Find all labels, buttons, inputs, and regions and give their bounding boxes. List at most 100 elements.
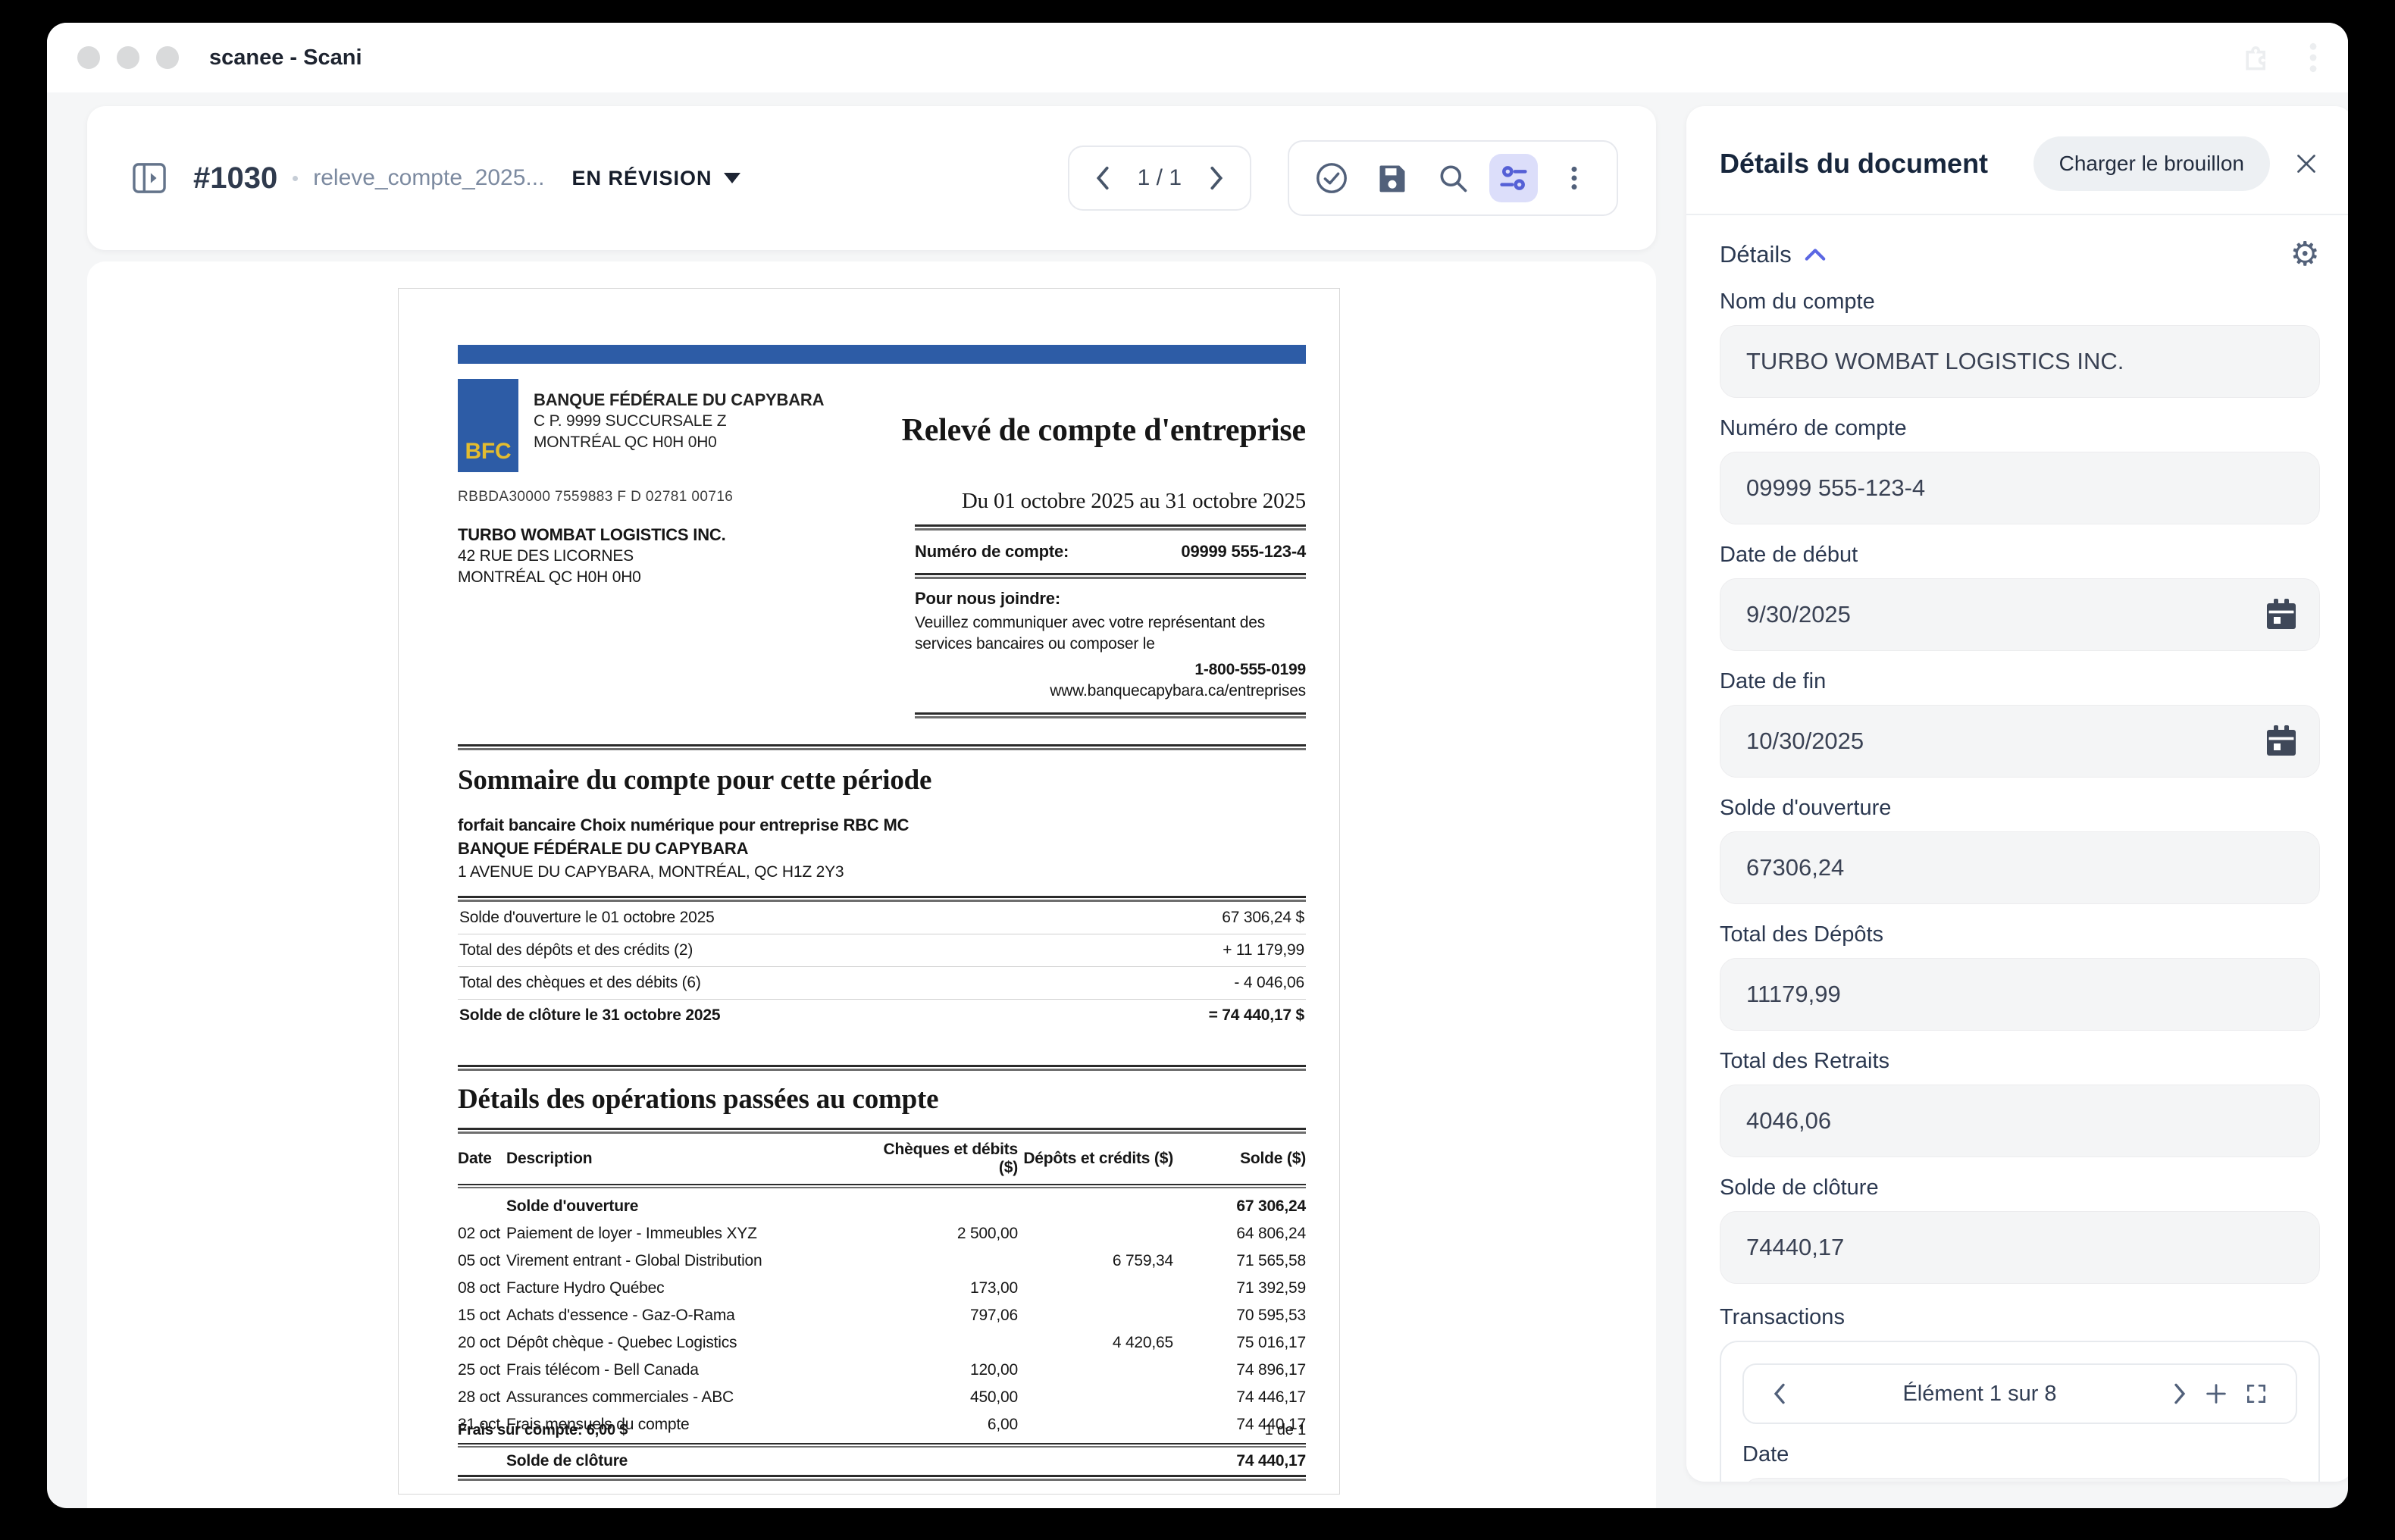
statement-blue-bar: [458, 345, 1306, 364]
save-icon[interactable]: [1368, 154, 1417, 202]
op-debit: 120,00: [874, 1361, 1018, 1379]
field-input[interactable]: TURBO WOMBAT LOGISTICS INC.: [1720, 325, 2320, 398]
summary-row: Solde de clôture le 31 octobre 2025 = 74…: [458, 1000, 1306, 1031]
field-label: Date: [1742, 1442, 2297, 1467]
field-input[interactable]: 10/1/2025: [1742, 1478, 2297, 1482]
account-info-box: Numéro de compte: 09999 555-123-4 Pour n…: [915, 524, 1306, 718]
field-value: 09999 555-123-4: [1746, 474, 1925, 502]
toolbar-actions: [1288, 140, 1618, 216]
page-number: 1 de 1: [1265, 1422, 1306, 1439]
field-input[interactable]: 11179,99: [1720, 958, 2320, 1031]
status-dropdown[interactable]: EN RÉVISION: [571, 167, 740, 190]
op-date: 20 oct: [458, 1334, 506, 1352]
calendar-icon[interactable]: [2266, 725, 2296, 758]
load-draft-button[interactable]: Charger le brouillon: [2033, 136, 2270, 191]
detail-field: Total des Retraits 4046,06: [1720, 1049, 2320, 1157]
prev-page-icon[interactable]: [1086, 154, 1119, 202]
page-navigator: 1 / 1: [1068, 146, 1251, 211]
op-description: Virement entrant - Global Distribution: [506, 1252, 874, 1270]
traffic-light-close[interactable]: [77, 46, 100, 69]
extension-puzzle-icon[interactable]: [2240, 41, 2274, 74]
next-item-icon[interactable]: [2164, 1382, 2196, 1405]
op-debit: 2 500,00: [874, 1225, 1018, 1243]
operation-row: 25 oct Frais télécom - Bell Canada 120,0…: [458, 1357, 1306, 1384]
field-value: 67306,24: [1746, 854, 1844, 881]
detail-field: Solde d'ouverture 67306,24: [1720, 796, 2320, 904]
gear-icon[interactable]: ⚙: [2290, 238, 2320, 271]
client-address-line: 42 RUE DES LICORNES: [458, 546, 726, 567]
more-options-kebab-icon[interactable]: [1550, 154, 1598, 202]
field-label: Solde d'ouverture: [1720, 796, 2320, 821]
field-value: 9/30/2025: [1746, 601, 1851, 628]
contact-line: Veuillez communiquer avec votre représen…: [915, 612, 1306, 634]
summary-row: Solde d'ouverture le 01 octobre 2025 67 …: [458, 902, 1306, 934]
window-menu-kebab-icon[interactable]: [2309, 41, 2318, 74]
detail-field: Total des Dépôts 11179,99: [1720, 922, 2320, 1031]
contact-url: www.banquecapybara.ca/entreprises: [915, 681, 1306, 702]
field-input[interactable]: 67306,24: [1720, 831, 2320, 904]
field-input[interactable]: 9/30/2025: [1720, 578, 2320, 651]
field-input[interactable]: 09999 555-123-4: [1720, 452, 2320, 524]
sidebar-toggle-icon[interactable]: [130, 158, 169, 198]
field-label: Date de début: [1720, 543, 2320, 568]
search-icon[interactable]: [1429, 154, 1477, 202]
operation-row: 20 oct Dépôt chèque - Quebec Logistics 4…: [458, 1329, 1306, 1357]
op-date: 15 oct: [458, 1307, 506, 1325]
op-balance: 71 392,59: [1173, 1279, 1306, 1297]
expand-icon[interactable]: [2237, 1382, 2276, 1406]
statement-page[interactable]: BFC BANQUE FÉDÉRALE DU CAPYBARA C P. 999…: [398, 288, 1340, 1495]
operation-row: 02 oct Paiement de loyer - Immeubles XYZ…: [458, 1220, 1306, 1247]
summary-row-value: 67 306,24 $: [1222, 909, 1304, 927]
contact-label: Pour nous joindre:: [915, 588, 1306, 609]
field-label: Solde de clôture: [1720, 1175, 2320, 1200]
summary-row-label: Solde d'ouverture le 01 octobre 2025: [459, 909, 715, 927]
transactions-label: Transactions: [1720, 1305, 2320, 1330]
prev-item-icon[interactable]: [1764, 1382, 1795, 1405]
traffic-light-minimize[interactable]: [117, 46, 139, 69]
op-description: Paiement de loyer - Immeubles XYZ: [506, 1225, 874, 1243]
op-date: 02 oct: [458, 1225, 506, 1243]
chevron-up-icon[interactable]: [1804, 246, 1827, 263]
field-value: 10/30/2025: [1746, 728, 1864, 755]
add-item-icon[interactable]: [2196, 1381, 2237, 1407]
account-number-label: Numéro de compte:: [915, 542, 1069, 562]
field-input[interactable]: 4046,06: [1720, 1085, 2320, 1157]
summary-row-label: Solde de clôture le 31 octobre 2025: [459, 1006, 720, 1025]
statement-title: Relevé de compte d'entreprise: [902, 379, 1306, 472]
operation-row: 05 oct Virement entrant - Global Distrib…: [458, 1247, 1306, 1275]
closing-label: Solde de clôture: [506, 1452, 874, 1470]
op-description: Achats d'essence - Gaz-O-Rama: [506, 1307, 874, 1325]
fields-settings-icon[interactable]: [1489, 154, 1538, 202]
calendar-icon[interactable]: [2266, 598, 2296, 631]
page-indicator: 1 / 1: [1138, 165, 1182, 191]
detail-field: Numéro de compte 09999 555-123-4: [1720, 416, 2320, 524]
field-value: 4046,06: [1746, 1107, 1831, 1135]
op-balance: 64 806,24: [1173, 1225, 1306, 1243]
field-value: 11179,99: [1746, 981, 1841, 1008]
caret-down-icon: [724, 173, 740, 183]
close-panel-icon[interactable]: [2293, 150, 2320, 177]
statement-code: RBBDA30000 7559883 F D 02781 00716: [458, 489, 733, 506]
contact-phone: 1-800-555-0199: [915, 659, 1306, 681]
field-input[interactable]: 10/30/2025: [1720, 705, 2320, 778]
op-date: 08 oct: [458, 1279, 506, 1297]
col-credits: Dépôts et crédits ($): [1018, 1150, 1173, 1168]
bank-address-line: MONTRÉAL QC H0H 0H0: [534, 432, 824, 453]
op-date: 28 oct: [458, 1388, 506, 1407]
summary-heading: Sommaire du compte pour cette période: [458, 764, 1306, 797]
contact-line: services bancaires ou composer le: [915, 634, 1306, 655]
op-debit: 797,06: [874, 1307, 1018, 1325]
field-input[interactable]: 74440,17: [1720, 1211, 2320, 1284]
next-page-icon[interactable]: [1200, 154, 1233, 202]
details-panel: Détails du document Charger le brouillon…: [1686, 106, 2348, 1482]
validate-check-icon[interactable]: [1307, 154, 1356, 202]
closing-balance: 74 440,17: [1173, 1452, 1306, 1470]
operations-heading: Détails des opérations passées au compte: [458, 1083, 1306, 1116]
op-balance: 74 896,17: [1173, 1361, 1306, 1379]
document-filename[interactable]: releve_compte_2025...: [313, 165, 544, 191]
operation-row: 08 oct Facture Hydro Québec 173,00 71 39…: [458, 1275, 1306, 1302]
field-label: Numéro de compte: [1720, 416, 2320, 441]
transactions-pager: Élément 1 sur 8: [1742, 1363, 2297, 1424]
statement-period: Du 01 octobre 2025 au 31 octobre 2025: [962, 489, 1306, 514]
traffic-light-maximize[interactable]: [156, 46, 179, 69]
